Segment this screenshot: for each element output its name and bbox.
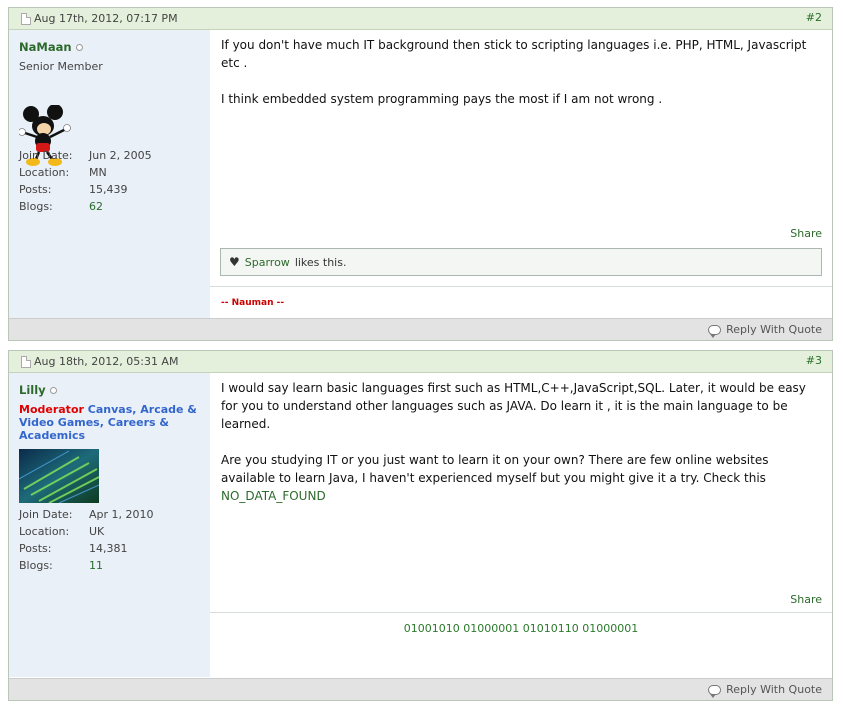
post: Aug 17th, 2012, 07:17 PM #2 NaMaan Senio… [8, 7, 833, 341]
post-number-link[interactable]: #2 [806, 11, 822, 24]
post-footer: Reply With Quote [9, 678, 832, 700]
post: Aug 18th, 2012, 05:31 AM #3 Lilly Modera… [8, 350, 833, 701]
posts-value: 14,381 [89, 542, 128, 555]
offline-status-icon [49, 386, 57, 394]
location-label: Location: [19, 525, 70, 538]
post-content: If you don't have much IT background the… [221, 36, 822, 126]
post-date-text: Aug 17th, 2012, 07:17 PM [34, 12, 178, 25]
join-date-value: Apr 1, 2010 [89, 508, 154, 521]
signature: -- Nauman -- [221, 298, 285, 308]
reply-with-quote-label: Reply With Quote [726, 323, 822, 336]
post-number-link[interactable]: #3 [806, 354, 822, 367]
post-footer: Reply With Quote [9, 318, 832, 340]
message-paragraph: I think embedded system programming pays… [221, 92, 663, 106]
posts-label: Posts: [19, 542, 52, 555]
share-link[interactable]: Share [790, 593, 822, 606]
user-stats: Join Date: Apr 1, 2010 Location: UK Posts:… [19, 506, 204, 574]
message-paragraph: I would say learn basic languages first … [221, 381, 806, 431]
reply-with-quote-label: Reply With Quote [726, 683, 822, 696]
location-label: Location: [19, 166, 70, 179]
message-link[interactable]: NO_DATA_FOUND [221, 487, 822, 505]
heart-icon: ♥ [229, 255, 240, 269]
blogs-link[interactable]: 62 [89, 200, 103, 213]
post-message: I would say learn basic languages first … [221, 379, 822, 505]
post-header: Aug 17th, 2012, 07:17 PM #2 [9, 8, 832, 30]
join-date-label: Join Date: [19, 149, 73, 162]
speech-bubble-icon [708, 324, 722, 338]
post-date: Aug 18th, 2012, 05:31 AM [21, 355, 178, 368]
document-icon [21, 355, 31, 368]
signature: 01001010 01000001 01010110 01000001 [403, 622, 639, 635]
user-info-panel: NaMaan Senior Member Join Date: Jun 2, 20… [9, 30, 210, 318]
post-header: Aug 18th, 2012, 05:31 AM #3 [9, 351, 832, 373]
offline-status-icon [75, 43, 83, 51]
user-title: Senior Member [19, 60, 103, 73]
document-icon [21, 12, 31, 25]
join-date-label: Join Date: [19, 508, 73, 521]
blogs-label: Blogs: [19, 559, 53, 572]
blogs-link[interactable]: 11 [89, 559, 103, 572]
post-message: If you don't have much IT background the… [221, 36, 822, 108]
likes-text: likes this. [294, 255, 347, 269]
post-content: I would say learn basic languages first … [221, 379, 822, 505]
post-date-text: Aug 18th, 2012, 05:31 AM [34, 355, 179, 368]
user-info-panel: Lilly Moderator Canvas, Arcade & Video G… [9, 373, 210, 677]
user-rank: Moderator Canvas, Arcade & Video Games, … [19, 403, 199, 442]
location-value: UK [89, 525, 105, 538]
user-stats: Join Date: Jun 2, 2005 Location: MN Posts:… [19, 147, 204, 215]
posts-label: Posts: [19, 183, 52, 196]
moderator-label: Moderator [19, 403, 84, 416]
blogs-label: Blogs: [19, 200, 53, 213]
signature-divider [210, 612, 832, 613]
post-date: Aug 17th, 2012, 07:17 PM [21, 12, 178, 25]
location-value: MN [89, 166, 107, 179]
reply-with-quote-button[interactable]: Reply With Quote [708, 323, 822, 338]
username-link[interactable]: Lilly [19, 383, 46, 397]
username-link[interactable]: NaMaan [19, 40, 72, 54]
message-paragraph: Are you studying IT or you just want to … [221, 453, 769, 485]
share-link[interactable]: Share [790, 227, 822, 240]
avatar[interactable] [19, 449, 99, 503]
join-date-value: Jun 2, 2005 [89, 149, 152, 162]
likes-box: ♥ Sparrow likes this. [220, 248, 822, 276]
reply-with-quote-button[interactable]: Reply With Quote [708, 683, 822, 698]
posts-value: 15,439 [89, 183, 128, 196]
liker-link[interactable]: Sparrow [245, 256, 290, 269]
message-paragraph: If you don't have much IT background the… [221, 38, 807, 70]
signature-divider [210, 286, 832, 287]
speech-bubble-icon [708, 684, 722, 698]
